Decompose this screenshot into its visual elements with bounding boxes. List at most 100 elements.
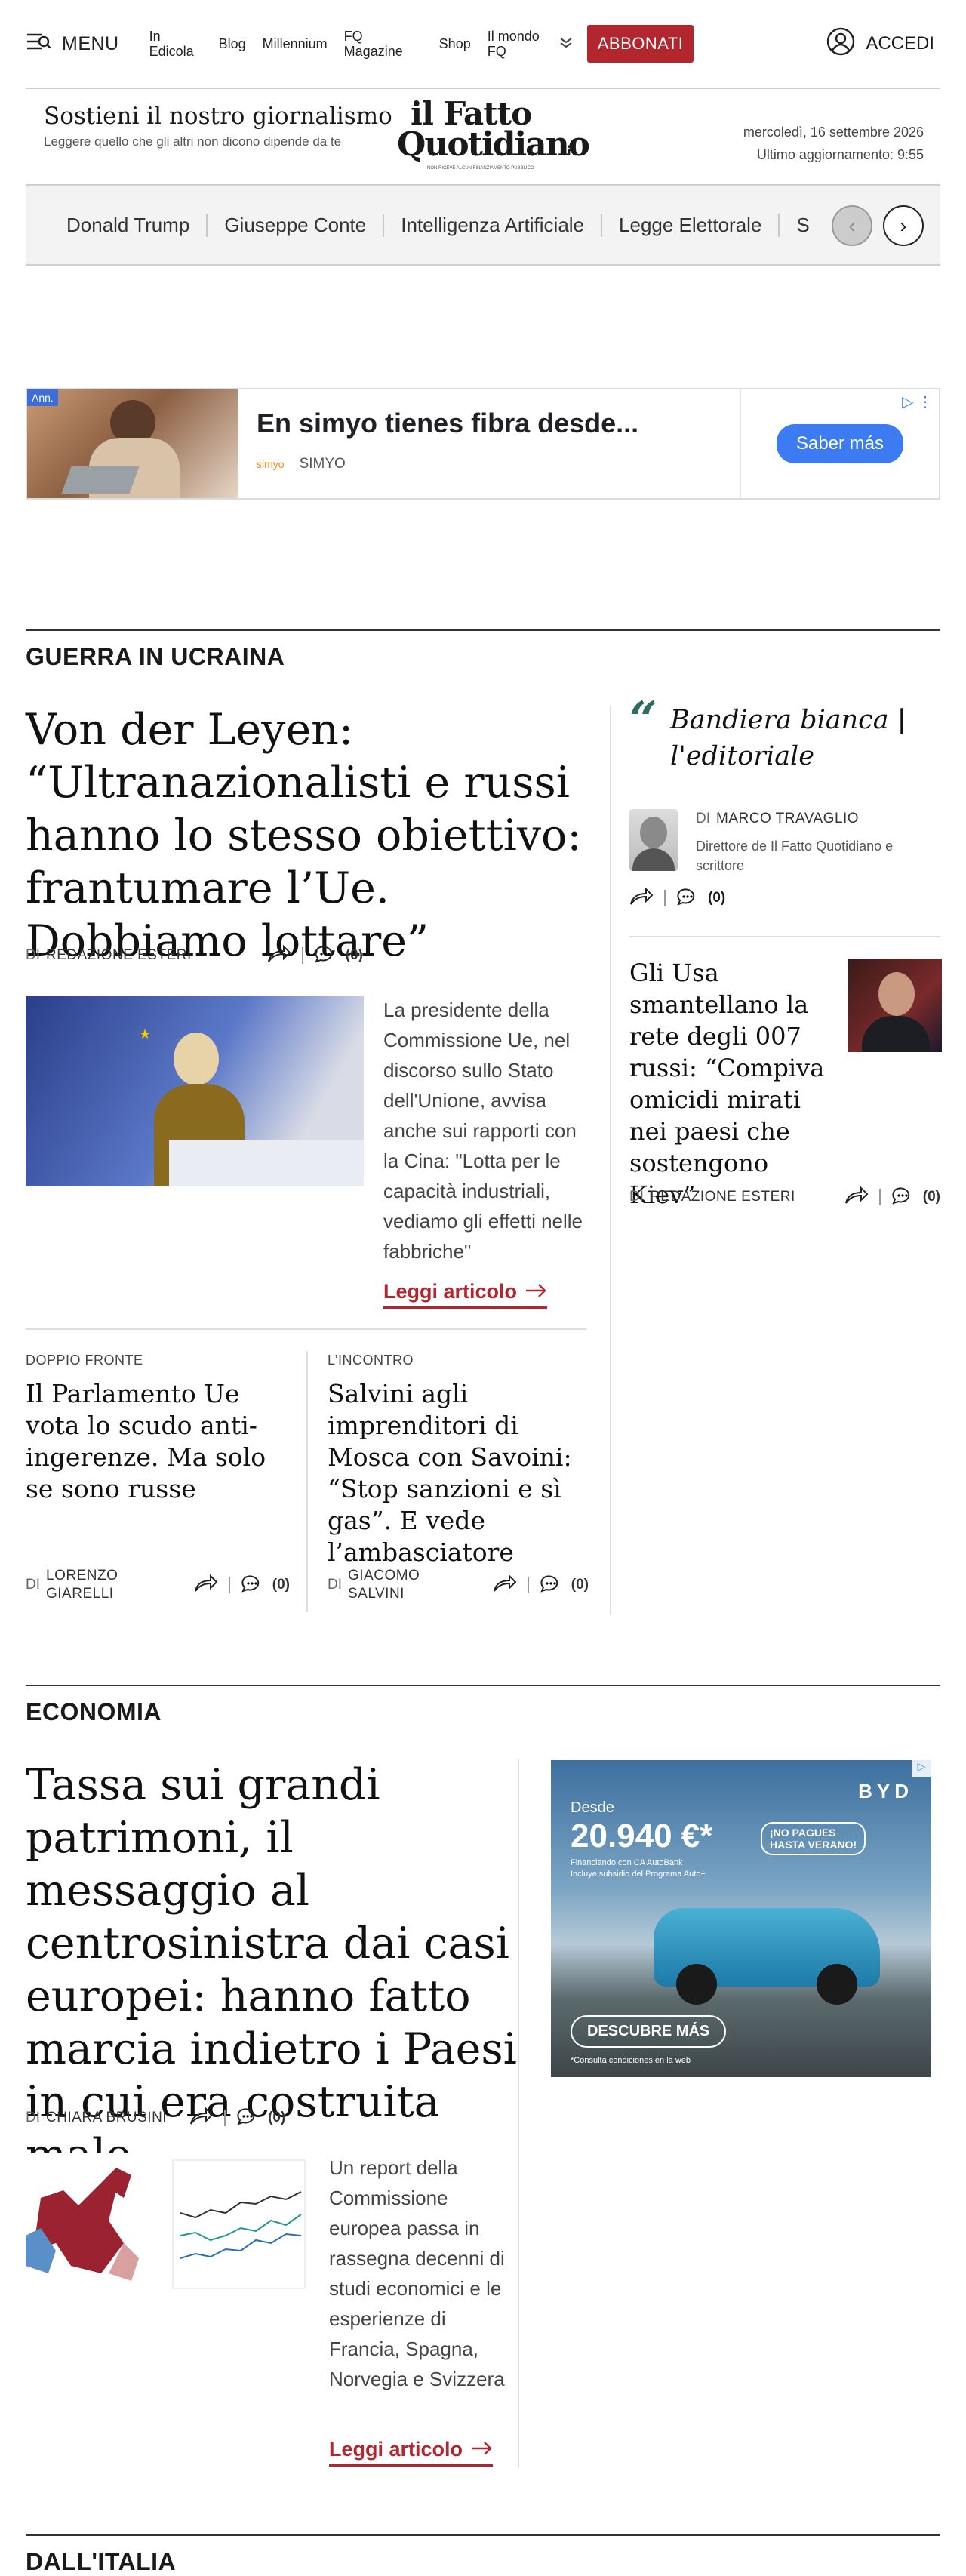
- avatar-body: [632, 848, 675, 871]
- share-icon[interactable]: [629, 886, 654, 910]
- comment-icon[interactable]: [236, 2106, 257, 2130]
- logo-line2: Quotidiano: [397, 125, 590, 164]
- support-subtitle: Leggere quello che gli altri non dicono …: [44, 134, 342, 149]
- byline-prefix: DI: [26, 1577, 40, 1593]
- byd-badge-line2: HASTA VERANO!: [770, 1839, 857, 1851]
- login-button[interactable]: ACCEDI: [826, 27, 934, 61]
- topic-donald-trump[interactable]: Donald Trump: [66, 213, 208, 237]
- divider: [26, 88, 940, 89]
- menu-button[interactable]: MENU: [26, 32, 119, 57]
- laptop-icon: [61, 466, 140, 494]
- byline-author[interactable]: GIACOMO SALVINI: [348, 1567, 438, 1603]
- article-tools: (0): [493, 1573, 589, 1597]
- share-icon[interactable]: [189, 2106, 214, 2130]
- editorial-title[interactable]: Bandiera bianca | l'editoriale: [670, 702, 927, 774]
- adchoices-icon[interactable]: ▷: [912, 1760, 931, 1777]
- adchoices-icon[interactable]: ▷ ⋮: [902, 392, 933, 411]
- share-icon[interactable]: [267, 943, 291, 968]
- ad-content: En simyo tienes fibra desde... simyo SIM…: [238, 389, 741, 498]
- main-article-byline: DI CHIARA BRUSINI (0): [26, 2106, 524, 2130]
- nav-shop[interactable]: Shop: [439, 36, 471, 51]
- column-divider: [518, 1759, 519, 2468]
- comment-icon[interactable]: [241, 1573, 262, 1597]
- main-article-image[interactable]: [26, 2153, 308, 2304]
- topics-prev-button[interactable]: ‹: [832, 205, 872, 246]
- side-article-image[interactable]: [848, 959, 942, 1052]
- main-article-description: La presidente della Commissione Ue, nel …: [383, 999, 583, 1263]
- comment-count: (0): [922, 1189, 940, 1205]
- article-tools: (0): [189, 2106, 285, 2130]
- topic-next[interactable]: S: [796, 214, 826, 237]
- author-role: Direttore de Il Fatto Quotidiano e scrit…: [696, 839, 894, 873]
- share-icon[interactable]: [194, 1573, 218, 1597]
- sub-article-title[interactable]: Il Parlamento Ue vota lo scudo anti-inge…: [26, 1378, 290, 1505]
- article-tools: (0): [267, 943, 363, 968]
- share-icon[interactable]: [844, 1185, 869, 1209]
- byline-author[interactable]: CHIARA BRUSINI: [46, 2110, 167, 2126]
- user-icon: [826, 27, 855, 61]
- topics-next-button[interactable]: ›: [883, 205, 924, 246]
- divider: [629, 936, 940, 937]
- avatar-head: [640, 817, 667, 848]
- byline-author[interactable]: REDAZIONE ESTERI: [46, 947, 192, 964]
- nav-fq-magazine[interactable]: FQ Magazine: [344, 29, 412, 59]
- arrow-right-icon: [470, 2438, 493, 2461]
- main-article-title[interactable]: Von der Leyen: “Ultranazionalisti e russ…: [26, 703, 599, 968]
- subscribe-button[interactable]: ABBONATI: [586, 25, 694, 63]
- nav-blog[interactable]: Blog: [219, 36, 246, 51]
- ad-banner[interactable]: Ann. En simyo tienes fibra desde... simy…: [26, 388, 940, 500]
- byline-prefix: DI: [328, 1577, 342, 1593]
- separator: [878, 1189, 881, 1205]
- byd-small2: Incluye subsidio del Programa Auto+: [571, 1870, 706, 1879]
- ad-cta-button[interactable]: Saber más: [776, 424, 904, 463]
- person-body: [862, 1016, 930, 1052]
- byline-author[interactable]: LORENZO GIARELLI: [46, 1567, 137, 1603]
- byd-price: 20.940 €*: [571, 1817, 713, 1854]
- separator: [664, 890, 666, 906]
- comment-icon[interactable]: [540, 1573, 561, 1597]
- chevron-right-icon: ›: [900, 214, 907, 237]
- read-article-link[interactable]: Leggi articolo: [329, 2438, 494, 2467]
- nav-in-edicola[interactable]: In Edicola: [149, 29, 202, 59]
- byd-note: *Consulta condiciones en la web: [571, 2056, 691, 2065]
- section-title-dallitalia[interactable]: DALL'ITALIA: [26, 2548, 176, 2576]
- current-date: mercoledì, 16 settembre 2026: [743, 125, 924, 140]
- chevron-down-icon[interactable]: [558, 36, 574, 52]
- article-tools: (0): [194, 1573, 290, 1597]
- comment-icon[interactable]: [891, 1185, 912, 1209]
- read-article-link[interactable]: Leggi articolo: [383, 1280, 548, 1309]
- comment-icon[interactable]: [676, 886, 697, 910]
- share-icon[interactable]: [493, 1573, 517, 1597]
- section-title-economia[interactable]: ECONOMIA: [26, 1698, 162, 1726]
- map-and-chart-image: [26, 2159, 306, 2289]
- site-logo[interactable]: il Fatto Quotidiano .it NON RICEVE ALCUN…: [392, 95, 590, 175]
- comment-count: (0): [272, 1577, 290, 1593]
- ad-brand-row: simyo SIMYO: [257, 456, 740, 472]
- last-updated: Ultimo aggiornamento: 9:55: [756, 147, 924, 162]
- side-article-title[interactable]: Gli Usa smantellano la rete degli 007 ru…: [629, 957, 833, 1211]
- main-article-description: Un report della Commissione europea pass…: [329, 2156, 505, 2390]
- main-article-image[interactable]: ★: [26, 996, 364, 1186]
- separator: [301, 947, 303, 964]
- topic-legge-elettorale[interactable]: Legge Elettorale: [619, 213, 780, 237]
- section-title-ucraina[interactable]: GUERRA IN UCRAINA: [26, 643, 285, 671]
- main-article-byline: DI REDAZIONE ESTERI (0): [26, 943, 584, 968]
- byd-cta-button[interactable]: DESCUBRE MÁS: [571, 2015, 727, 2048]
- topic-intelligenza-artificiale[interactable]: Intelligenza Artificiale: [401, 213, 603, 237]
- nav-mondo-fq[interactable]: Il mondo FQ: [488, 29, 551, 59]
- byline-author[interactable]: MARCO TRAVAGLIO: [716, 811, 859, 827]
- menu-icon: [26, 32, 51, 57]
- menu-label: MENU: [62, 32, 119, 54]
- section-divider: [26, 1685, 940, 1686]
- article-tools: (0): [629, 886, 725, 910]
- main-nav: In Edicola Blog Millennium FQ Magazine S…: [149, 29, 574, 59]
- topic-giuseppe-conte[interactable]: Giuseppe Conte: [224, 213, 385, 237]
- byd-ad[interactable]: BYD ▷ Desde 20.940 €* ¡NO PAGUES HASTA V…: [551, 1760, 931, 2077]
- section-divider: [26, 2534, 940, 2536]
- nav-millennium[interactable]: Millennium: [263, 36, 328, 51]
- sub-article-title[interactable]: Salvini agli imprenditori di Mosca con S…: [328, 1378, 589, 1568]
- author-avatar[interactable]: [629, 809, 678, 871]
- byd-logo: BYD: [858, 1780, 913, 1802]
- byline-author[interactable]: REDAZIONE ESTERI: [650, 1189, 795, 1205]
- comment-icon[interactable]: [314, 943, 335, 968]
